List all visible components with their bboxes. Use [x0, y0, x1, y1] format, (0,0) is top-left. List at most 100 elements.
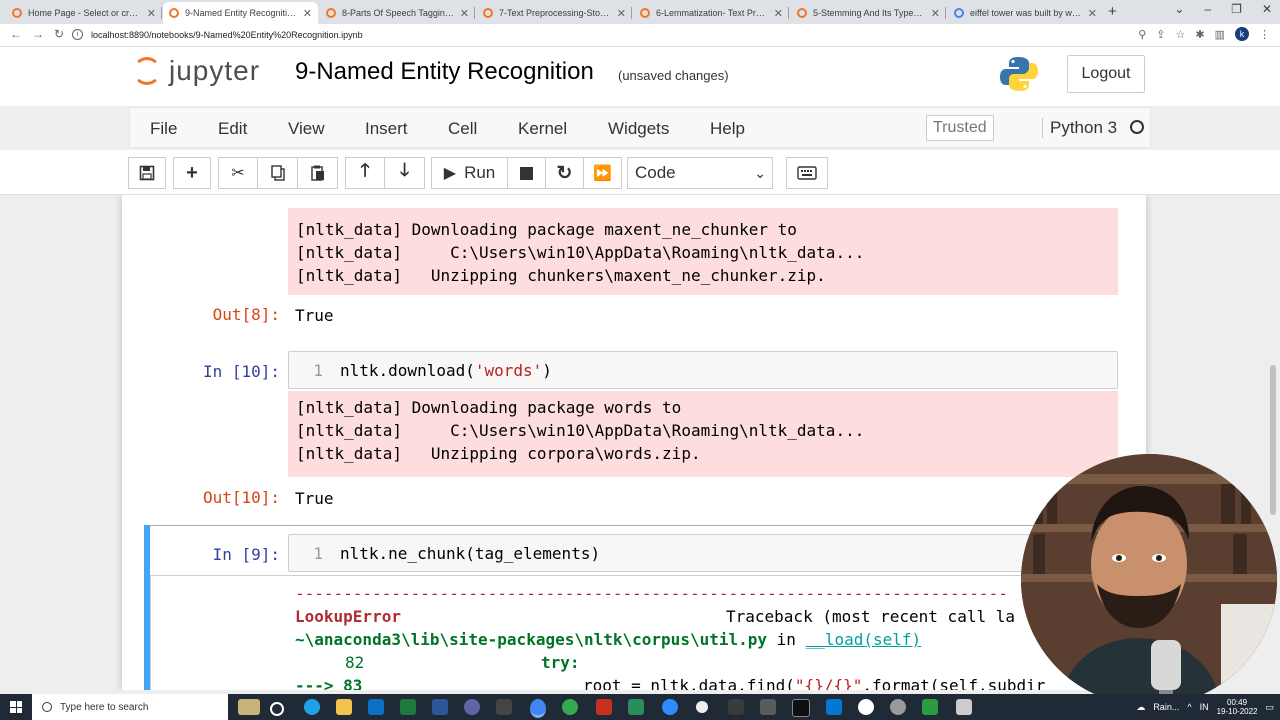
cell-type-value: Code [635, 163, 676, 182]
bookmark-star-icon[interactable]: ☆ [1176, 28, 1186, 41]
paste-button[interactable] [298, 157, 338, 189]
logout-button[interactable]: Logout [1067, 55, 1145, 93]
info-icon[interactable]: i [72, 29, 83, 40]
code-input-area[interactable]: 1 nltk.ne_chunk(tag_elements) [288, 534, 1118, 572]
close-icon[interactable]: ✕ [617, 7, 626, 20]
excel-icon[interactable] [400, 699, 416, 715]
powerpoint-icon[interactable] [596, 699, 612, 715]
code-line[interactable]: nltk.download('words') [340, 361, 552, 380]
traceback-dashes: ----------------------------------------… [295, 584, 1008, 603]
url-field[interactable]: i localhost:8890/notebooks/9-Named%20Enti… [72, 26, 1152, 43]
menu-insert[interactable]: Insert [365, 119, 408, 139]
maximize-icon[interactable]: ❐ [1231, 2, 1242, 16]
cloud-app-icon[interactable] [956, 699, 972, 715]
tray-overflow-icon[interactable]: ^ [1187, 702, 1191, 712]
extensions-icon[interactable]: ✱ [1195, 28, 1204, 41]
edge-icon[interactable] [304, 699, 320, 715]
kernel-name[interactable]: Python 3 [1042, 118, 1117, 138]
store-icon[interactable] [368, 699, 384, 715]
news-widget-icon[interactable] [238, 699, 260, 715]
close-icon[interactable]: ✕ [931, 7, 940, 20]
trusted-indicator[interactable]: Trusted [926, 115, 994, 141]
tab-parts-of-speech[interactable]: 8-Parts Of Speech Tagging - Jup ✕ [320, 2, 475, 24]
app-icon[interactable] [496, 699, 512, 715]
app-window-icon[interactable] [760, 699, 776, 715]
restart-run-all-button[interactable]: ⏩ [584, 157, 622, 189]
task-view-icon[interactable] [270, 702, 284, 716]
notebook-title[interactable]: 9-Named Entity Recognition [295, 58, 594, 86]
search-icon [42, 702, 52, 712]
settings-icon[interactable] [696, 701, 708, 713]
close-icon[interactable]: ✕ [303, 7, 312, 20]
forward-icon[interactable]: → [32, 27, 44, 41]
run-button[interactable]: ▶ Run [431, 157, 508, 189]
command-prompt-icon[interactable] [792, 699, 810, 717]
share-icon[interactable]: ⇪ [1156, 28, 1165, 41]
weather-icon[interactable]: ☁ [1136, 702, 1145, 713]
menu-widgets[interactable]: Widgets [608, 119, 669, 139]
insert-cell-button[interactable]: + [173, 157, 211, 189]
word-icon[interactable] [432, 699, 448, 715]
interrupt-button[interactable] [508, 157, 546, 189]
notifications-icon[interactable]: ▭ [1265, 702, 1274, 713]
chrome-profile-icon[interactable] [562, 699, 578, 715]
move-up-button[interactable]: 🡑 [345, 157, 385, 189]
scrollbar-thumb[interactable] [1270, 365, 1276, 515]
close-icon[interactable]: ✕ [460, 7, 469, 20]
chrome-icon[interactable] [530, 699, 546, 718]
sidebar-icon[interactable]: ▥ [1215, 28, 1225, 41]
cut-button[interactable]: ✂ [218, 157, 258, 189]
new-tab-button[interactable]: + [1108, 3, 1117, 20]
file-explorer-icon[interactable] [336, 699, 352, 715]
jupyter-logo[interactable]: jupyter [133, 55, 260, 87]
menu-file[interactable]: File [150, 119, 177, 139]
command-palette-button[interactable] [786, 157, 828, 189]
move-down-button[interactable]: 🡓 [385, 157, 425, 189]
weather-text[interactable]: Rain... [1153, 702, 1179, 712]
menu-edit[interactable]: Edit [218, 119, 247, 139]
tab-text-preprocessing[interactable]: 7-Text Preprocessing-Stopwords ✕ [477, 2, 632, 24]
code-input-area[interactable]: 1 nltk.download('words') [288, 351, 1118, 389]
clock-app-icon[interactable] [890, 699, 906, 715]
play-app-icon[interactable] [922, 699, 938, 715]
chevron-down-icon[interactable]: ⌄ [1174, 2, 1184, 16]
menu-help[interactable]: Help [710, 119, 745, 139]
close-icon[interactable]: ✕ [1088, 7, 1097, 20]
vscode-icon[interactable] [826, 699, 842, 715]
close-icon[interactable]: ✕ [774, 7, 783, 20]
restart-button[interactable]: ↻ [546, 157, 584, 189]
menu-cell[interactable]: Cell [448, 119, 477, 139]
code-string: "{}/{}" [794, 676, 863, 690]
zoom-icon[interactable]: ⚲ [1138, 28, 1146, 41]
copy-button[interactable] [258, 157, 298, 189]
windows-start-icon[interactable] [10, 701, 22, 713]
terminal-icon[interactable] [628, 699, 644, 715]
save-button[interactable] [128, 157, 166, 189]
tab-google-search[interactable]: eiffel tower was built by whom ✕ [948, 2, 1103, 24]
save-icon [139, 165, 155, 181]
tab-named-entity-recognition[interactable]: 9-Named Entity Recognition - Ju ✕ [163, 2, 318, 24]
more-menu-icon[interactable]: ⋮ [1259, 28, 1270, 41]
code-line[interactable]: nltk.ne_chunk(tag_elements) [340, 544, 600, 563]
obs-icon[interactable] [464, 699, 480, 715]
zoom-app-icon[interactable] [662, 699, 678, 715]
jupyter-favicon-icon [640, 8, 650, 18]
profile-avatar[interactable]: k [1235, 27, 1249, 41]
back-icon[interactable]: ← [10, 27, 22, 41]
menu-kernel[interactable]: Kernel [518, 119, 567, 139]
taskbar-clock[interactable]: 00:49 19-10-2022 [1217, 698, 1258, 716]
windows-taskbar: Type here to search ☁ Rain... ^ IN 00:49… [0, 694, 1280, 720]
minimize-icon[interactable]: – [1204, 2, 1211, 16]
menu-view[interactable]: View [288, 119, 325, 139]
tab-lemmatization[interactable]: 6-Lemmatization- Text Preproce ✕ [634, 2, 789, 24]
close-window-icon[interactable]: ✕ [1262, 2, 1272, 16]
cell-type-select[interactable]: Code ⌄ [627, 157, 773, 189]
media-player-icon[interactable] [858, 699, 874, 715]
language-indicator[interactable]: IN [1200, 702, 1209, 712]
tab-stemming[interactable]: 5-Stemming And Its Types- Text ✕ [791, 2, 946, 24]
app-window-icon[interactable] [728, 699, 744, 715]
close-icon[interactable]: ✕ [147, 7, 156, 20]
taskbar-search-field[interactable]: Type here to search [32, 694, 228, 720]
reload-icon[interactable]: ↻ [54, 27, 64, 41]
tab-home-page[interactable]: Home Page - Select or create a ✕ [6, 2, 162, 24]
